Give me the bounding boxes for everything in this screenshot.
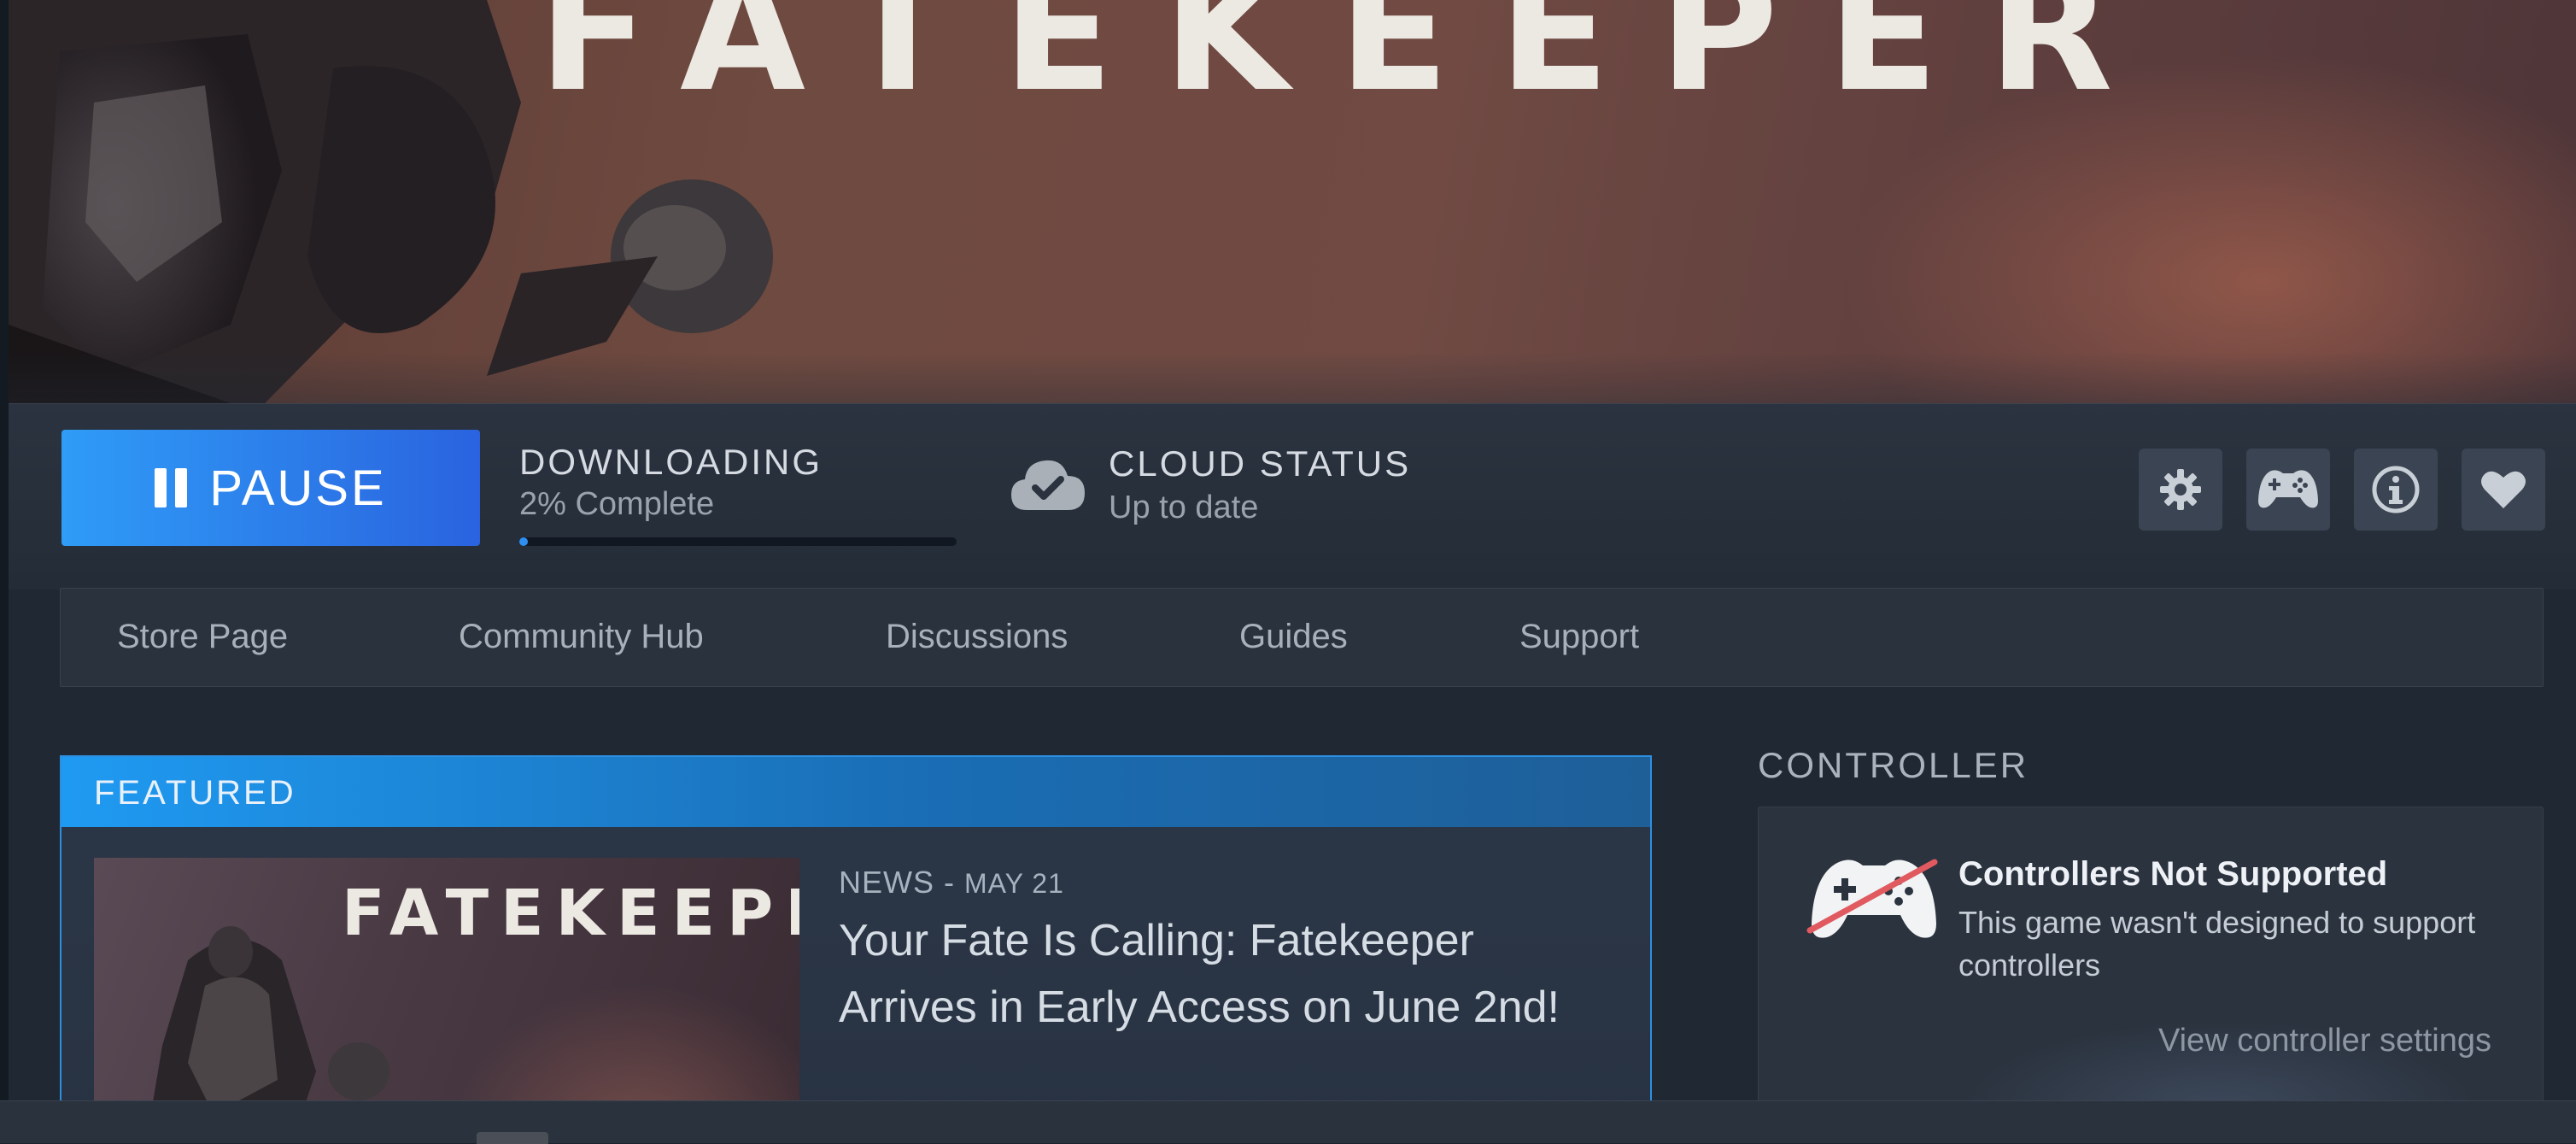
hero-banner: FATEKEEPER [9, 0, 2576, 403]
info-button[interactable] [2354, 449, 2438, 531]
cloud-status-text: Up to date [1109, 490, 1259, 525]
cloud-status-title: CLOUD STATUS [1109, 443, 1412, 484]
news-type: NEWS [839, 865, 934, 900]
download-status[interactable]: DOWNLOADING 2% Complete [519, 442, 963, 546]
download-title: DOWNLOADING [519, 442, 823, 482]
news-meta: NEWS - MAY 21 [839, 865, 1064, 901]
game-nav-bar: Store Page Community Hub Discussions Gui… [60, 588, 2544, 687]
pause-icon [155, 468, 188, 507]
pause-button[interactable]: PAUSE [61, 430, 480, 546]
cloud-check-icon [1011, 460, 1085, 510]
info-icon [2372, 466, 2420, 513]
view-controller-settings-link[interactable]: View controller settings [2158, 1023, 2491, 1059]
thumbnail-game-title: FATEKEEPER [342, 877, 799, 950]
controller-button[interactable] [2246, 449, 2330, 531]
nav-discussions[interactable]: Discussions [886, 618, 1068, 656]
pause-label: PAUSE [209, 460, 387, 516]
nav-guides[interactable]: Guides [1239, 618, 1348, 656]
hero-game-title: FATEKEEPER [538, 0, 2163, 127]
controller-section-title: CONTROLLER [1758, 745, 2029, 785]
download-progress-bar [519, 537, 957, 546]
news-date: MAY 21 [964, 868, 1064, 899]
left-edge [0, 0, 9, 1102]
news-headline[interactable]: Your Fate Is Calling: Fatekeeper Arrives… [839, 907, 1590, 1041]
bottom-status-bar [0, 1100, 2576, 1144]
controller-support-title: Controllers Not Supported [1958, 855, 2388, 893]
avatar[interactable] [477, 1132, 548, 1144]
cloud-status: CLOUD STATUS Up to date [1109, 443, 1411, 526]
download-progress-text: 2% Complete [519, 486, 715, 522]
controller-support-description: This game wasn't designed to support con… [1958, 905, 2476, 983]
controller-icon [2258, 470, 2318, 508]
nav-store-page[interactable]: Store Page [117, 618, 288, 656]
gear-icon [2160, 469, 2201, 510]
settings-button[interactable] [2139, 449, 2222, 531]
featured-news-card[interactable]: FEATURED FATEKEEPER NEWS - MAY 21 Your F… [60, 755, 1652, 1143]
featured-label: FEATURED [94, 774, 296, 812]
controller-not-supported-icon [1806, 859, 1938, 938]
action-bar: PAUSE DOWNLOADING 2% Complete CLOUD STAT… [9, 403, 2576, 590]
hero-fade [9, 352, 2576, 403]
favorite-button[interactable] [2462, 449, 2545, 531]
heart-icon [2481, 471, 2526, 508]
featured-header: FEATURED [61, 757, 1650, 827]
nav-community-hub[interactable]: Community Hub [459, 618, 704, 656]
download-progress-fill [519, 537, 529, 546]
nav-support[interactable]: Support [1519, 618, 1639, 656]
game-page: FATEKEEPER PAUSE DOWNLOADING 2% Complete… [0, 0, 2576, 1144]
news-meta-separator: - [944, 865, 965, 900]
controller-support-card: Controllers Not Supported This game wasn… [1758, 807, 2544, 1143]
